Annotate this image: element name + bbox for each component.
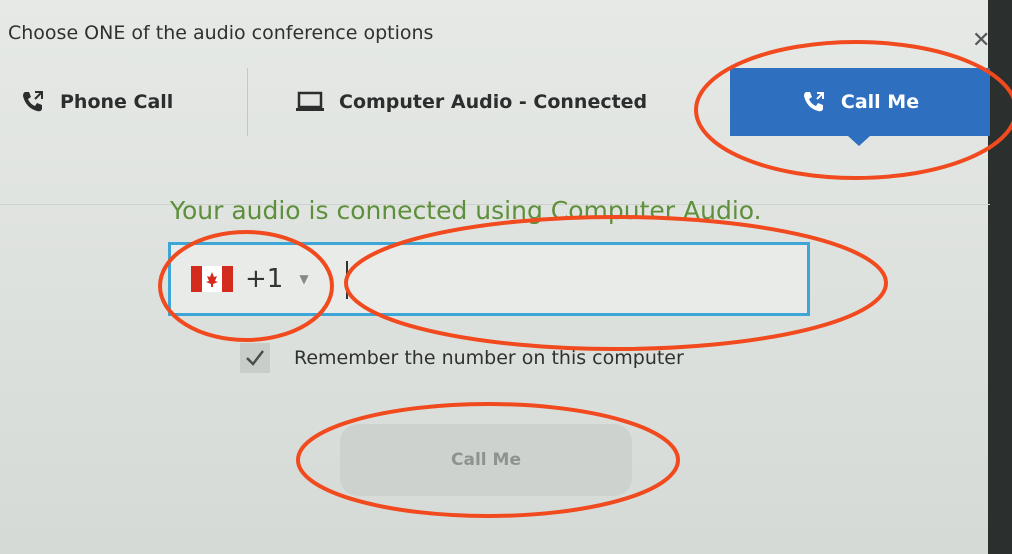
phone-icon — [23, 91, 43, 112]
call-me-button[interactable]: Call Me — [340, 424, 632, 496]
tab-computer-audio-label: Computer Audio - Connected — [339, 91, 648, 113]
chevron-down-icon: ▼ — [299, 272, 309, 286]
text-cursor — [346, 261, 348, 299]
remember-label: Remember the number on this computer — [294, 347, 684, 369]
dialog-title: Choose ONE of the audio conference optio… — [8, 22, 434, 44]
phone-outgoing-icon — [803, 92, 824, 112]
canada-flag-icon — [191, 266, 233, 292]
audio-conference-dialog: Choose ONE of the audio conference optio… — [0, 0, 1012, 554]
country-code-selector[interactable]: +1 ▼ — [191, 245, 309, 313]
country-code-label: +1 — [245, 264, 284, 294]
audio-option-tabs: Phone Call Computer Audio - Connected Ca… — [0, 68, 990, 205]
tab-call-me-label: Call Me — [840, 91, 920, 113]
tab-computer-audio[interactable]: Computer Audio - Connected — [249, 68, 729, 136]
close-icon[interactable]: ✕ — [972, 30, 990, 52]
remember-number-option[interactable]: Remember the number on this computer — [240, 343, 684, 373]
laptop-icon — [296, 91, 324, 111]
tab-call-me[interactable]: Call Me — [730, 68, 990, 146]
checkmark-icon — [246, 350, 264, 366]
remember-checkbox[interactable] — [240, 343, 270, 373]
phone-number-field: +1 ▼ — [168, 242, 810, 316]
background-edge — [988, 0, 1012, 554]
phone-number-input[interactable] — [351, 251, 805, 309]
tab-phone-call[interactable]: Phone Call — [0, 68, 248, 136]
tab-phone-call-label: Phone Call — [60, 91, 174, 113]
audio-status-message: Your audio is connected using Computer A… — [170, 196, 762, 225]
